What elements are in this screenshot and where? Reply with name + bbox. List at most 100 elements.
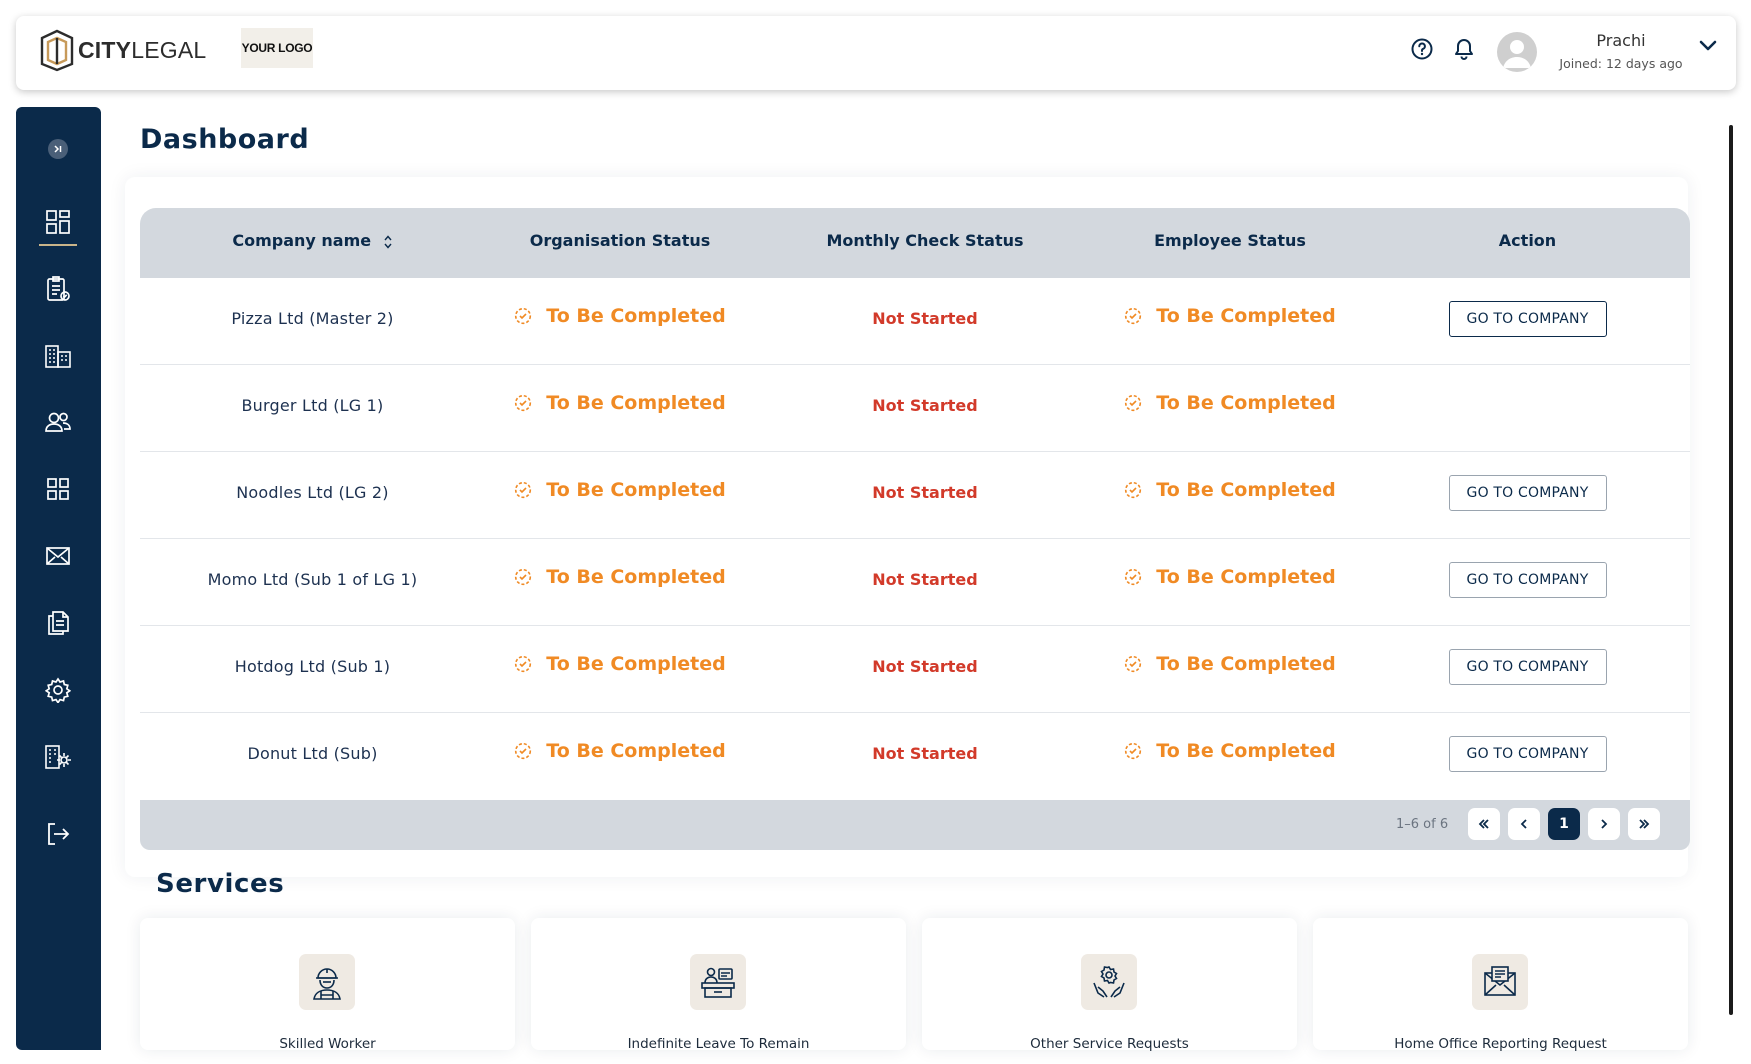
sidebar-expand-icon[interactable] — [48, 139, 68, 159]
company-name: Burger Ltd (LG 1) — [241, 396, 384, 415]
pending-check-icon — [1125, 481, 1142, 499]
column-header-monthly-status: Monthly Check Status — [826, 231, 1024, 250]
pending-check-icon — [515, 568, 532, 586]
documents-icon[interactable] — [38, 603, 78, 643]
company-name: Hotdog Ltd (Sub 1) — [234, 657, 391, 676]
service-label: Other Service Requests — [1030, 1036, 1189, 1052]
double-chevron-left-icon — [1478, 819, 1489, 829]
brand-name: CITYLEGAL — [78, 36, 207, 63]
monthly-status: Not Started — [872, 483, 978, 502]
pagination-range: 1–6 of 6 — [1396, 817, 1449, 832]
column-header-employee-status: Employee Status — [1154, 231, 1306, 250]
page-number-button[interactable]: 1 — [1548, 808, 1580, 840]
employee-status: To Be Completed — [1124, 479, 1336, 501]
column-header-org-status: Organisation Status — [529, 231, 711, 250]
employee-status: To Be Completed — [1124, 392, 1336, 414]
dashboard-icon[interactable] — [38, 202, 78, 246]
table-row: Donut Ltd (Sub) To Be Completed Not Star… — [140, 713, 1690, 800]
table-pagination: 1–6 of 6 1 — [140, 800, 1690, 850]
service-card-indefinite-leave[interactable]: Indefinite Leave To Remain — [531, 918, 906, 1052]
company-logo-placeholder: YOUR LOGO — [241, 28, 313, 68]
company-name: Noodles Ltd (LG 2) — [236, 483, 389, 502]
pending-check-icon — [1125, 568, 1142, 586]
buildings-icon[interactable] — [38, 336, 78, 376]
user-avatar[interactable] — [1497, 32, 1537, 72]
org-status: To Be Completed — [514, 653, 726, 675]
page-title: Dashboard — [140, 124, 310, 155]
sort-icon[interactable] — [383, 234, 393, 250]
table-row: Momo Ltd (Sub 1 of LG 1) To Be Completed… — [140, 539, 1690, 626]
go-to-company-button[interactable]: GO TO COMPANY — [1448, 301, 1607, 337]
company-settings-icon[interactable] — [38, 737, 78, 777]
double-chevron-right-icon — [1639, 819, 1650, 829]
page-scrollbar[interactable] — [1729, 125, 1733, 1015]
org-status: To Be Completed — [514, 392, 726, 414]
logout-icon[interactable] — [38, 814, 78, 854]
table-row: Pizza Ltd (Master 2) To Be Completed Not… — [140, 278, 1690, 365]
go-to-company-button[interactable]: GO TO COMPANY — [1448, 736, 1607, 772]
service-card-skilled-worker[interactable]: Skilled Worker — [140, 918, 515, 1052]
pending-check-icon — [515, 307, 532, 325]
employee-status: To Be Completed — [1124, 566, 1336, 588]
help-icon[interactable] — [1409, 36, 1435, 62]
users-icon[interactable] — [38, 402, 78, 442]
go-to-company-button[interactable]: GO TO COMPANY — [1448, 475, 1607, 511]
monthly-status: Not Started — [872, 309, 978, 328]
checklist-icon[interactable] — [38, 269, 78, 309]
company-name: Momo Ltd (Sub 1 of LG 1) — [207, 570, 418, 589]
chevron-right-icon — [1601, 819, 1608, 829]
service-label: Indefinite Leave To Remain — [627, 1036, 810, 1052]
service-label: Home Office Reporting Request — [1394, 1036, 1607, 1052]
org-status: To Be Completed — [514, 740, 726, 762]
table-header-row: Company name Organisation Status Monthly… — [140, 208, 1690, 278]
go-to-company-button[interactable]: GO TO COMPANY — [1448, 649, 1607, 685]
table-row: Burger Ltd (LG 1) To Be Completed Not St… — [140, 365, 1690, 452]
chevron-left-icon — [1520, 819, 1527, 829]
company-status-table: Company name Organisation Status Monthly… — [140, 208, 1690, 850]
notification-bell-icon[interactable] — [1451, 36, 1477, 62]
citylegal-mark-icon — [40, 29, 74, 72]
user-joined-date: Joined: 12 days ago — [1559, 56, 1683, 71]
settings-icon[interactable] — [38, 670, 78, 710]
service-card-other-requests[interactable]: Other Service Requests — [922, 918, 1297, 1052]
hands-gear-icon — [1081, 954, 1137, 1010]
monthly-status: Not Started — [872, 744, 978, 763]
column-header-action: Action — [1498, 231, 1557, 250]
pending-check-icon — [1125, 394, 1142, 412]
pending-check-icon — [515, 655, 532, 673]
pending-check-icon — [515, 742, 532, 760]
citylegal-logo[interactable]: CITYLEGAL — [38, 28, 206, 72]
table-row: Hotdog Ltd (Sub 1) To Be Completed Not S… — [140, 626, 1690, 713]
chevron-down-icon[interactable] — [1696, 34, 1720, 58]
monthly-status: Not Started — [872, 570, 978, 589]
pending-check-icon — [1125, 655, 1142, 673]
org-status: To Be Completed — [514, 566, 726, 588]
user-name: Prachi — [1596, 31, 1646, 50]
company-name: Pizza Ltd (Master 2) — [231, 309, 394, 328]
monthly-status: Not Started — [872, 657, 978, 676]
desk-icon — [690, 954, 746, 1010]
go-to-company-button[interactable]: GO TO COMPANY — [1448, 562, 1607, 598]
report-mail-icon — [1472, 954, 1528, 1010]
next-page-button[interactable] — [1588, 808, 1620, 840]
monthly-status: Not Started — [872, 396, 978, 415]
column-header-company[interactable]: Company name — [140, 231, 485, 250]
pending-check-icon — [1125, 307, 1142, 325]
first-page-button[interactable] — [1468, 808, 1500, 840]
org-status: To Be Completed — [514, 305, 726, 327]
top-header: CITYLEGAL YOUR LOGO Prachi Joined: 12 da… — [16, 16, 1736, 90]
org-status: To Be Completed — [514, 479, 726, 501]
mail-icon[interactable] — [38, 536, 78, 576]
service-card-home-office-reporting[interactable]: Home Office Reporting Request — [1313, 918, 1688, 1052]
services-heading: Services — [156, 869, 285, 899]
pending-check-icon — [515, 481, 532, 499]
company-name: Donut Ltd (Sub) — [247, 744, 378, 763]
last-page-button[interactable] — [1628, 808, 1660, 840]
service-label: Skilled Worker — [279, 1036, 376, 1052]
grid-icon[interactable] — [38, 469, 78, 509]
employee-status: To Be Completed — [1124, 305, 1336, 327]
sidebar — [16, 107, 101, 1050]
prev-page-button[interactable] — [1508, 808, 1540, 840]
employee-status: To Be Completed — [1124, 653, 1336, 675]
worker-icon — [299, 954, 355, 1010]
